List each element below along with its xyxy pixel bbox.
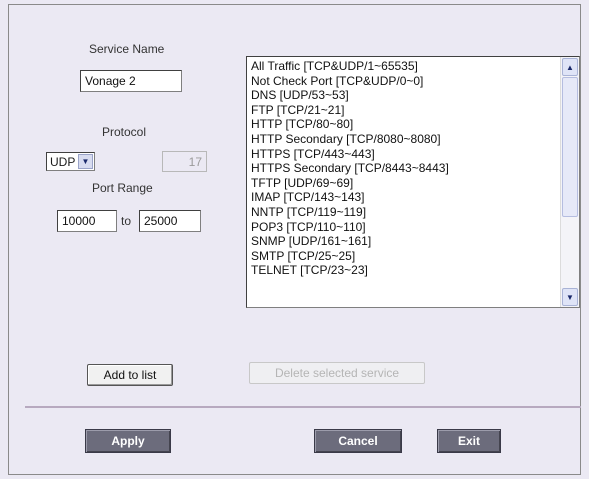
cancel-button[interactable]: Cancel xyxy=(314,429,402,453)
port-range-label: Port Range xyxy=(92,181,153,195)
service-list-item[interactable]: FTP [TCP/21~21] xyxy=(251,103,556,118)
port-range-to-label: to xyxy=(121,214,132,228)
protocol-select[interactable]: UDP ▼ xyxy=(46,152,95,171)
scrollbar-thumb[interactable] xyxy=(562,77,578,217)
service-list-item[interactable]: DNS [UDP/53~53] xyxy=(251,88,556,103)
chevron-down-icon[interactable]: ▼ xyxy=(562,288,578,306)
chevron-up-icon[interactable]: ▲ xyxy=(562,58,578,76)
protocol-number-field: 17 xyxy=(162,151,207,172)
service-list-item[interactable]: HTTP [TCP/80~80] xyxy=(251,117,556,132)
chevron-down-icon[interactable]: ▼ xyxy=(78,154,93,169)
service-list-item[interactable]: SMTP [TCP/25~25] xyxy=(251,249,556,264)
service-name-input[interactable]: Vonage 2 xyxy=(80,70,182,92)
service-list-item[interactable]: SNMP [UDP/161~161] xyxy=(251,234,556,249)
add-to-list-button[interactable]: Add to list xyxy=(87,364,173,386)
service-list-item[interactable]: HTTP Secondary [TCP/8080~8080] xyxy=(251,132,556,147)
service-list-item[interactable]: Not Check Port [TCP&UDP/0~0] xyxy=(251,74,556,89)
service-list-item[interactable]: IMAP [TCP/143~143] xyxy=(251,190,556,205)
port-range-end-input[interactable]: 25000 xyxy=(139,210,201,232)
protocol-label: Protocol xyxy=(102,125,147,139)
service-list-item[interactable]: HTTPS [TCP/443~443] xyxy=(251,147,556,162)
service-name-label: Service Name xyxy=(89,42,165,56)
service-list-item[interactable]: NNTP [TCP/119~119] xyxy=(251,205,556,220)
service-list[interactable]: All Traffic [TCP&UDP/1~65535] Not Check P… xyxy=(246,56,580,308)
service-list-item[interactable]: POP3 [TCP/110~110] xyxy=(251,220,556,235)
service-management-panel: Service Name Vonage 2 Protocol UDP ▼ 17 … xyxy=(8,4,581,475)
exit-button[interactable]: Exit xyxy=(437,429,501,453)
apply-button[interactable]: Apply xyxy=(85,429,171,453)
divider xyxy=(25,406,581,408)
service-list-items: All Traffic [TCP&UDP/1~65535] Not Check P… xyxy=(247,57,556,278)
service-list-item[interactable]: All Traffic [TCP&UDP/1~65535] xyxy=(251,59,556,74)
service-list-item[interactable]: HTTPS Secondary [TCP/8443~8443] xyxy=(251,161,556,176)
service-list-item[interactable]: TFTP [UDP/69~69] xyxy=(251,176,556,191)
port-range-start-input[interactable]: 10000 xyxy=(57,210,117,232)
service-list-item[interactable]: TELNET [TCP/23~23] xyxy=(251,263,556,278)
delete-selected-service-button[interactable]: Delete selected service xyxy=(249,362,425,384)
service-list-scrollbar[interactable]: ▲ ▼ xyxy=(560,57,579,307)
protocol-select-value: UDP xyxy=(50,155,76,169)
